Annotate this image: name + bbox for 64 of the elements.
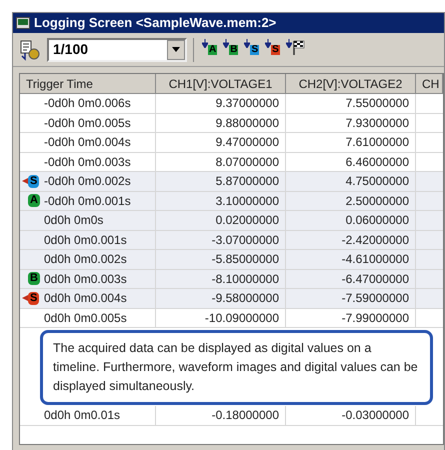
table-cell-text: 0.06000000 bbox=[346, 212, 409, 230]
marker-button[interactable]: S bbox=[242, 38, 262, 60]
table-cell-text: -0.18000000 bbox=[212, 407, 279, 424]
callout-text: The acquired data can be displayed as digital values on a timeline. Furthermore, waveform images and digital values can be displayed simultaneously. bbox=[40, 330, 433, 404]
column-header[interactable]: CH2[V]:VOLTAGE2 bbox=[286, 74, 416, 93]
down-arrow-icon bbox=[244, 38, 250, 48]
table-cell-text: 0d0h 0m0.01s bbox=[44, 407, 120, 424]
table-cell-text: 9.37000000 bbox=[216, 95, 279, 112]
table-cell-text: -8.10000000 bbox=[212, 270, 279, 288]
column-header[interactable]: CH1[V]:VOLTAGE1 bbox=[156, 74, 286, 93]
table-cell-text: 2.50000000 bbox=[346, 192, 409, 210]
table-cell-text: 5.87000000 bbox=[216, 173, 279, 190]
table-cell-text: -0d0h 0m0.004s bbox=[44, 134, 131, 152]
table-cell-text: 6.46000000 bbox=[346, 154, 409, 171]
table-cell-text: 7.93000000 bbox=[346, 114, 409, 132]
table-cell-text: -4.61000000 bbox=[342, 251, 409, 268]
window-icon bbox=[16, 17, 30, 29]
table-cell-text: -10.09000000 bbox=[204, 310, 279, 327]
table-cell-text: 3.10000000 bbox=[216, 192, 279, 210]
table-cell-text: 0d0h 0m0.004s bbox=[44, 290, 127, 308]
down-arrow-icon bbox=[223, 38, 230, 48]
table-cell-text: -6.47000000 bbox=[342, 270, 409, 288]
marker-button[interactable]: S bbox=[263, 38, 282, 60]
table-cell-text: -0d0h 0m0.001s bbox=[44, 192, 131, 210]
column-header[interactable]: CH bbox=[416, 74, 443, 93]
table-cell-text: -5.85000000 bbox=[212, 251, 279, 268]
arrow-icon bbox=[22, 295, 28, 302]
table-cell-text: -3.07000000 bbox=[212, 232, 279, 249]
table-cell-text: -0d0h 0m0.003s bbox=[44, 154, 131, 171]
table-cell-text: 4.75000000 bbox=[346, 173, 409, 190]
table-cell-text: -0d0h 0m0.002s bbox=[44, 173, 131, 190]
ratio-dropdown[interactable]: 1/100 bbox=[47, 38, 187, 62]
table-cell-text: -0.03000000 bbox=[342, 407, 409, 424]
column-header[interactable]: Trigger Time bbox=[20, 74, 156, 93]
marker-tag: S bbox=[28, 292, 40, 305]
table-cell-text: -0d0h 0m0.006s bbox=[44, 95, 131, 112]
table-cell-text: -7.99000000 bbox=[342, 310, 409, 327]
table-cell-text: 0.02000000 bbox=[216, 212, 279, 230]
down-arrow-icon bbox=[202, 38, 208, 48]
table-cell-text: -2.42000000 bbox=[342, 232, 409, 249]
down-arrow-icon bbox=[265, 38, 272, 48]
table-cell-text: -9.58000000 bbox=[212, 290, 279, 308]
table-cell-text: 7.61000000 bbox=[346, 134, 409, 152]
dropdown-arrow-icon bbox=[172, 47, 180, 52]
table-cell-text: 0d0h 0m0.003s bbox=[44, 270, 127, 288]
down-arrow-icon bbox=[286, 38, 292, 48]
arrow-icon bbox=[22, 178, 28, 184]
marker-button[interactable]: B bbox=[221, 38, 240, 60]
table-cell-text: -7.59000000 bbox=[342, 290, 409, 308]
marker-tag: B bbox=[28, 272, 40, 286]
table-cell-text: 0d0h 0m0.005s bbox=[44, 310, 127, 327]
table-cell-text: -0d0h 0m0.005s bbox=[44, 114, 131, 132]
window-title: Logging Screen <SampleWave.mem:2> bbox=[34, 14, 276, 32]
marker-button[interactable]: A bbox=[200, 38, 220, 60]
table-cell-text: 7.55000000 bbox=[346, 95, 409, 112]
table-cell-text: 0d0h 0m0.002s bbox=[44, 251, 127, 268]
table-cell-text: 0d0h 0m0s bbox=[44, 212, 104, 230]
table-cell-text: 9.47000000 bbox=[216, 134, 279, 152]
marker-tag: S bbox=[28, 174, 40, 188]
checkered-flag-icon bbox=[292, 38, 306, 54]
table-cell-text: 9.88000000 bbox=[216, 114, 279, 132]
table-cell-text: 8.07000000 bbox=[216, 154, 279, 171]
marker-tag: A bbox=[28, 194, 40, 208]
table-cell-text: 0d0h 0m0.001s bbox=[44, 232, 127, 249]
